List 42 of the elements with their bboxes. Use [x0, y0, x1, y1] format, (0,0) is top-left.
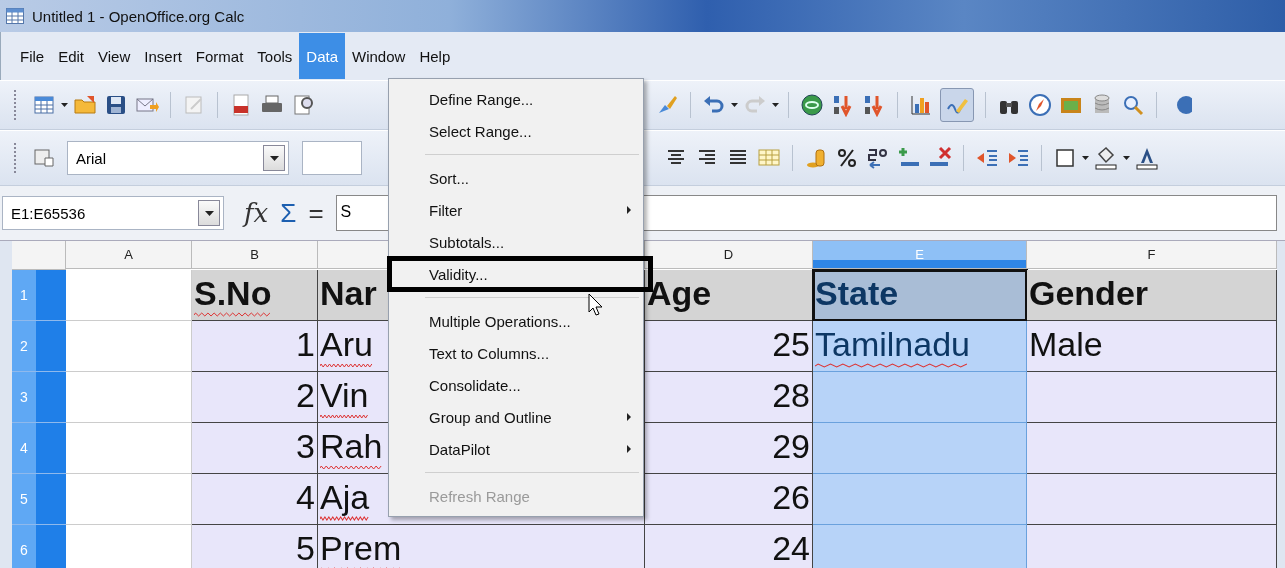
- menu-item[interactable]: Text to Columns...: [389, 337, 643, 369]
- column-header[interactable]: A: [66, 241, 192, 269]
- menu-item[interactable]: DataPilot: [389, 433, 643, 465]
- menu-item[interactable]: Window: [345, 33, 413, 79]
- table-cell: 2: [192, 372, 318, 423]
- table-cell: Male: [1027, 321, 1277, 372]
- menu-item[interactable]: Help: [412, 33, 458, 79]
- table-cell: 29: [645, 423, 813, 474]
- menu-item[interactable]: Define Range...: [389, 83, 643, 115]
- menu-item[interactable]: Format: [188, 33, 251, 79]
- table-cell: 1: [192, 321, 318, 372]
- menu-item[interactable]: Select Range...: [389, 115, 643, 147]
- table-cell: Gender: [1027, 270, 1277, 321]
- table-cell: State: [813, 270, 1027, 321]
- table-cell: Tamilnadu: [813, 321, 1027, 372]
- name-box[interactable]: E1:E65536: [2, 196, 224, 230]
- menu-item[interactable]: Consolidate...: [389, 369, 643, 401]
- table-cell: 25: [645, 321, 813, 372]
- table-cell: Age: [645, 270, 813, 321]
- formula-button[interactable]: =: [308, 197, 324, 229]
- menu-item[interactable]: Tools: [250, 33, 300, 79]
- font-name-field[interactable]: Arial: [67, 141, 289, 175]
- column-header[interactable]: F: [1027, 241, 1277, 269]
- table-cell: 28: [645, 372, 813, 423]
- menu-item[interactable]: Edit: [51, 33, 92, 79]
- menu-item[interactable]: File: [13, 33, 52, 79]
- function-wizard-button[interactable]: fx: [244, 198, 269, 228]
- table-cell: 24: [645, 525, 813, 568]
- column-header[interactable]: D: [645, 241, 813, 269]
- column-header[interactable]: B: [192, 241, 318, 269]
- table-cell: 3: [192, 423, 318, 474]
- table-cell: S.No: [192, 270, 318, 321]
- menu-item[interactable]: Sort...: [389, 162, 643, 194]
- table-cell: 26: [645, 474, 813, 525]
- window-title: Untitled 1 - OpenOffice.org Calc: [32, 7, 245, 25]
- sum-button[interactable]: Σ: [280, 197, 297, 229]
- menu-item[interactable]: Insert: [137, 33, 189, 79]
- table-cell: Prem: [318, 525, 645, 568]
- table-cell: 4: [192, 474, 318, 525]
- menu-item[interactable]: Filter: [389, 194, 643, 226]
- table-cell: 5: [192, 525, 318, 568]
- menu-item[interactable]: View: [91, 33, 138, 79]
